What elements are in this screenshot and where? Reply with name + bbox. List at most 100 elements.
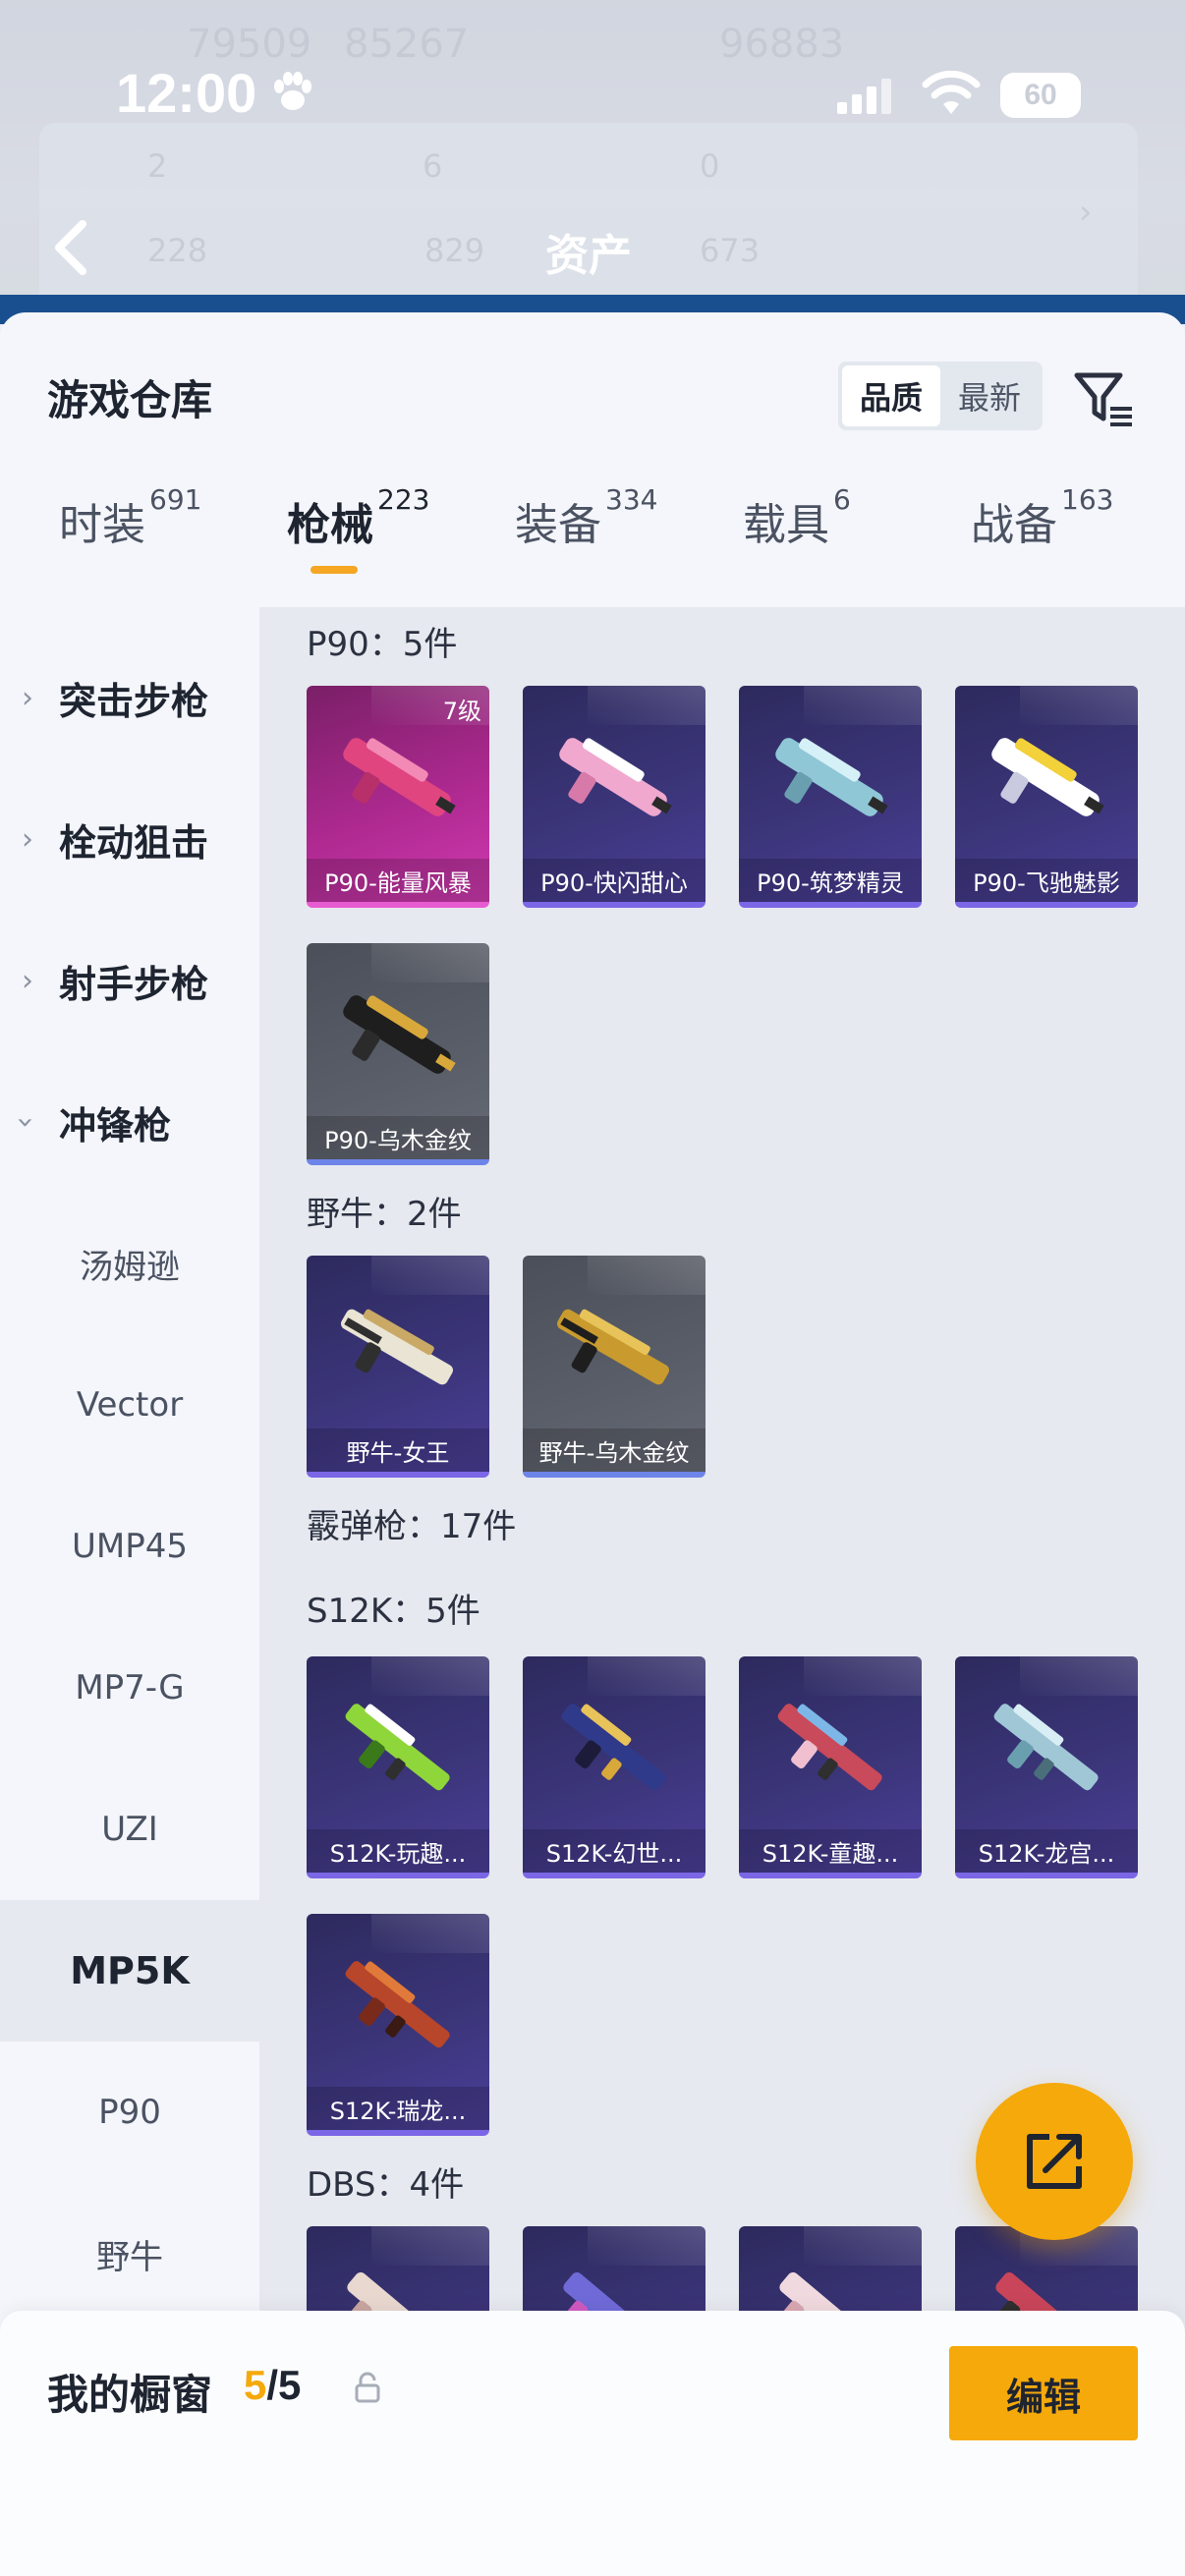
sidebar-item-bison[interactable]: 野牛	[0, 2183, 259, 2324]
tab-label: 装备	[515, 500, 601, 550]
tab-count: 334	[605, 483, 658, 516]
sidebar-item-thompson[interactable]: 汤姆逊	[0, 1193, 259, 1334]
weapon-image	[775, 738, 888, 816]
category-tabs: 时装691 枪械223 装备334 载具6 战备163	[0, 483, 1185, 588]
sort-by-quality[interactable]: 品质	[842, 365, 940, 426]
sort-by-newest[interactable]: 最新	[940, 365, 1039, 426]
share-button[interactable]	[976, 2083, 1133, 2240]
sidebar-item-mp5k[interactable]: MP5K	[0, 1900, 259, 2042]
tab-equipment[interactable]: 装备334	[515, 483, 657, 588]
weapon-image	[345, 1961, 450, 2048]
weapon-name: P90-筑梦精灵	[739, 859, 922, 902]
weapon-image	[345, 1704, 450, 1791]
sidebar-item-ump45[interactable]: UMP45	[0, 1476, 259, 1617]
chevron-right-icon: ›	[22, 963, 33, 998]
sidebar-category-bolt-sniper[interactable]: › 栓动狙击	[0, 768, 259, 910]
weapon-image	[341, 1309, 453, 1385]
tab-count: 163	[1061, 483, 1114, 516]
chevron-right-icon: ›	[22, 680, 33, 715]
tab-count: 691	[149, 483, 202, 516]
weapon-image	[561, 1704, 666, 1791]
weapon-card[interactable]: P90-筑梦精灵	[739, 686, 922, 908]
page-title: 资产	[545, 231, 632, 281]
tab-label: 枪械	[287, 500, 373, 550]
weapon-name: S12K-龙宫...	[955, 1829, 1138, 1873]
showcase-bar: 我的橱窗 5/5 编辑	[0, 2311, 1185, 2576]
weapon-image	[557, 1309, 669, 1385]
share-icon	[1027, 2134, 1082, 2189]
sidebar-item-mp7g[interactable]: MP7-G	[0, 1617, 259, 1759]
weapon-image	[991, 738, 1104, 816]
weapon-name: P90-乌木金纹	[307, 1116, 489, 1159]
wifi-icon	[922, 71, 981, 114]
weapon-grid: P90：5件 7级 P90-能量风暴 P90-快闪甜心 P90-筑梦精灵 P90…	[259, 607, 1185, 2576]
weapon-card[interactable]: 7级 P90-能量风暴	[307, 686, 489, 908]
group-title-s12k: S12K：5件	[307, 1592, 480, 1631]
sidebar-category-label: 栓动狙击	[59, 820, 209, 865]
paw-icon	[274, 72, 311, 110]
weapon-card[interactable]: S12K-幻世...	[523, 1656, 705, 1878]
sidebar-category-smg[interactable]: › 冲锋枪	[0, 1051, 259, 1193]
tab-tactical[interactable]: 战备163	[971, 483, 1113, 588]
sidebar-category-label: 射手步枪	[59, 962, 209, 1006]
tab-vehicles[interactable]: 载具6	[743, 483, 851, 588]
weapon-image	[559, 738, 672, 816]
sheet-title: 游戏仓库	[47, 376, 213, 424]
filter-icon[interactable]	[1071, 365, 1136, 430]
group-title-dbs: DBS：4件	[307, 2165, 465, 2205]
weapon-name: P90-能量风暴	[307, 859, 489, 902]
weapon-image	[343, 738, 456, 816]
weapon-card[interactable]: S12K-童趣...	[739, 1656, 922, 1878]
weapon-image	[777, 1704, 882, 1791]
tab-count: 6	[833, 483, 851, 516]
warehouse-sheet: 游戏仓库 品质 最新 时装691 枪械223 装备334 载具6 战备163 ›	[0, 312, 1185, 2576]
tab-count: 223	[377, 483, 430, 516]
tab-label: 载具	[743, 500, 829, 550]
sidebar-category-label: 突击步枪	[59, 679, 209, 723]
sidebar-category-label: 冲锋枪	[59, 1103, 172, 1148]
status-time: 12:00	[116, 62, 257, 124]
weapon-name: 野牛-乌木金纹	[523, 1428, 705, 1472]
weapon-card[interactable]: P90-快闪甜心	[523, 686, 705, 908]
sidebar-category-assault-rifle[interactable]: › 突击步枪	[0, 627, 259, 768]
weapon-name: S12K-瑞龙...	[307, 2087, 489, 2130]
weapon-card[interactable]: 野牛-乌木金纹	[523, 1256, 705, 1478]
sort-toggle: 品质 最新	[838, 362, 1043, 430]
weapon-image	[993, 1704, 1099, 1791]
weapon-card[interactable]: 野牛-女王	[307, 1256, 489, 1478]
tab-label: 战备	[971, 500, 1057, 550]
weapon-card[interactable]: S12K-玩趣...	[307, 1656, 489, 1878]
showcase-total: /5	[266, 2362, 302, 2408]
weapon-name: S12K-玩趣...	[307, 1829, 489, 1873]
weapon-name: P90-快闪甜心	[523, 859, 705, 902]
weapon-card[interactable]: P90-飞驰魅影	[955, 686, 1138, 908]
weapon-image	[343, 995, 456, 1074]
tab-fashion[interactable]: 时装691	[59, 483, 201, 588]
group-title-bison: 野牛：2件	[307, 1195, 462, 1234]
sidebar-category-marksman-rifle[interactable]: › 射手步枪	[0, 910, 259, 1051]
weapon-name: S12K-幻世...	[523, 1829, 705, 1873]
weapon-card[interactable]: S12K-瑞龙...	[307, 1914, 489, 2136]
weapon-card[interactable]: P90-乌木金纹	[307, 943, 489, 1165]
weapon-name: P90-飞驰魅影	[955, 859, 1138, 902]
weapon-card[interactable]: S12K-龙宫...	[955, 1656, 1138, 1878]
showcase-count: 5/5	[244, 2362, 301, 2409]
group-title-shotgun: 霰弹枪：17件	[307, 1507, 517, 1546]
sidebar-item-uzi[interactable]: UZI	[0, 1759, 259, 1900]
active-tab-indicator	[310, 566, 358, 574]
weapon-type-sidebar: › 突击步枪 › 栓动狙击 › 射手步枪 › 冲锋枪 汤姆逊 Vector UM…	[0, 607, 259, 2576]
edit-button[interactable]: 编辑	[949, 2346, 1138, 2440]
weapon-name: 野牛-女王	[307, 1428, 489, 1472]
signal-icon	[837, 79, 891, 114]
chevron-down-icon: ›	[8, 1116, 43, 1128]
sidebar-item-vector[interactable]: Vector	[0, 1334, 259, 1476]
tab-label: 时装	[59, 500, 145, 550]
chevron-right-icon: ›	[22, 821, 33, 857]
battery-indicator: 60	[1000, 73, 1081, 118]
back-arrow-icon[interactable]	[47, 218, 96, 277]
tab-firearms[interactable]: 枪械223	[287, 483, 429, 588]
group-title-p90: P90：5件	[307, 625, 458, 664]
sidebar-item-p90[interactable]: P90	[0, 2042, 259, 2183]
weapon-name: S12K-童趣...	[739, 1829, 922, 1873]
lock-icon	[355, 2372, 380, 2403]
